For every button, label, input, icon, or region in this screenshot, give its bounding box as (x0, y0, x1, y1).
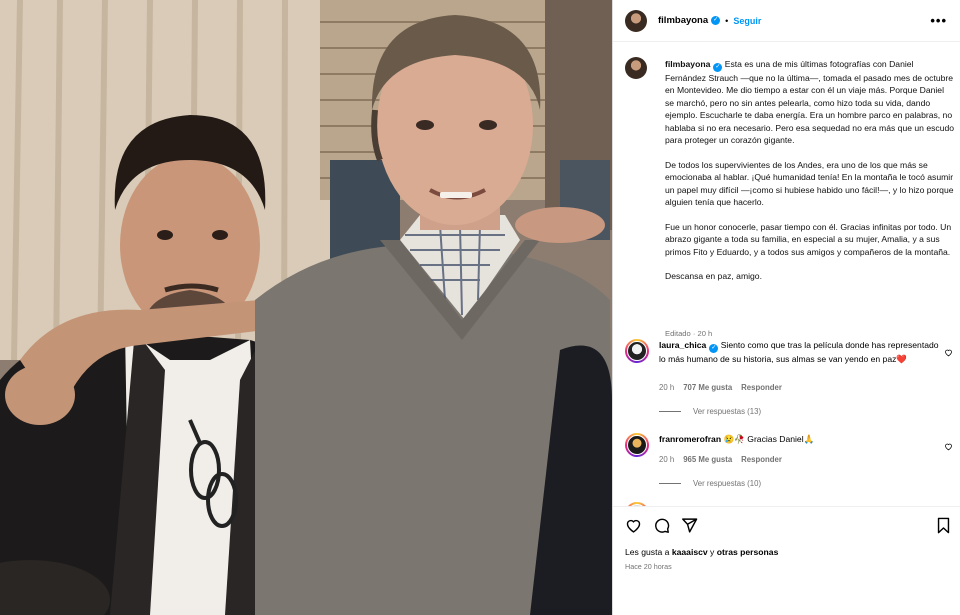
caption-paragraph-1-text: Esta es una de mis últimas fotografías c… (665, 59, 955, 146)
comment-text: laura_chica ✓ Siento como que tras la pel… (659, 339, 941, 365)
verified-icon: ✓ (713, 63, 723, 72)
more-icon[interactable]: ••• (930, 13, 947, 28)
caption-text: filmbayona ✓ Esta es una de mis últimas f… (665, 58, 955, 295)
instagram-post-modal: filmbayona ✓ • Seguir ••• filmbayona ✓ Es… (0, 0, 960, 615)
bookmark-icon[interactable] (935, 517, 952, 534)
post-photo[interactable] (0, 0, 612, 615)
replies-divider (659, 411, 681, 412)
comment-likes[interactable]: 965 Me gusta (683, 455, 732, 464)
comment-text: franromerofran 😢🥀 Gracias Daniel🙏 (659, 433, 941, 445)
comment-icon[interactable] (653, 517, 670, 534)
likes-user-link[interactable]: kaaaiscv (672, 547, 708, 557)
comment-body: 😢🥀 Gracias Daniel🙏 (723, 434, 815, 444)
caption-author-avatar[interactable] (625, 57, 647, 79)
comments-scroll-area[interactable]: filmbayona ✓ Esta es una de mis últimas f… (613, 43, 960, 506)
caption-edited-time: Editado · 20 h (665, 329, 713, 338)
heart-icon[interactable] (625, 517, 642, 534)
photo-illustration (0, 0, 612, 615)
commenter-avatar[interactable] (625, 433, 649, 457)
post-timestamp: Hace 20 horas (625, 562, 672, 571)
verified-icon: ✓ (711, 16, 721, 25)
replies-divider (659, 483, 681, 484)
post-actions-bar: Les gusta a kaaaiscv y otras personas Ha… (613, 506, 960, 615)
comment-username[interactable]: franromerofran (659, 434, 721, 444)
comment-time: 20 h (659, 383, 675, 392)
author-username[interactable]: filmbayona (658, 15, 708, 26)
comment-like-heart-icon[interactable] (944, 442, 953, 451)
likes-summary: Les gusta a kaaaiscv y otras personas (625, 547, 778, 557)
caption-paragraph-4: Descansa en paz, amigo. (665, 271, 762, 282)
caption-paragraph-3: Fue un honor conocerle, pasar tiempo con… (665, 221, 952, 257)
view-replies-label[interactable]: Ver respuestas (10) (693, 479, 761, 488)
author-avatar[interactable] (625, 9, 647, 32)
caption-username[interactable]: filmbayona (665, 59, 710, 69)
view-replies-label[interactable]: Ver respuestas (13) (693, 407, 761, 416)
separator-dot: • (725, 15, 729, 26)
verified-icon: ✓ (709, 344, 719, 353)
caption-paragraph-2: De todos los supervivientes de los Andes… (665, 159, 954, 208)
likes-others-link[interactable]: otras personas (717, 547, 779, 557)
comment-like-heart-icon[interactable] (944, 348, 953, 357)
reply-button[interactable]: Responder (741, 455, 782, 464)
view-replies-button[interactable]: Ver respuestas (10) (659, 479, 761, 488)
view-replies-button[interactable]: Ver respuestas (13) (659, 407, 761, 416)
comment-meta: 20 h 965 Me gusta Responder (659, 455, 782, 464)
likes-mid: y (707, 547, 717, 557)
post-side-panel: filmbayona ✓ • Seguir ••• filmbayona ✓ Es… (612, 0, 960, 615)
likes-prefix: Les gusta a (625, 547, 672, 557)
share-icon[interactable] (681, 517, 698, 534)
comment-time: 20 h (659, 455, 675, 464)
comment-username[interactable]: laura_chica (659, 340, 706, 350)
reply-button[interactable]: Responder (741, 383, 782, 392)
follow-button[interactable]: Seguir (733, 16, 761, 26)
caption-paragraph-1: filmbayona ✓ Esta es una de mis últimas f… (665, 58, 955, 146)
commenter-avatar[interactable] (625, 339, 649, 363)
comment-meta: 20 h 707 Me gusta Responder (659, 383, 782, 392)
comment-likes[interactable]: 707 Me gusta (683, 383, 732, 392)
post-header: filmbayona ✓ • Seguir ••• (613, 0, 960, 42)
